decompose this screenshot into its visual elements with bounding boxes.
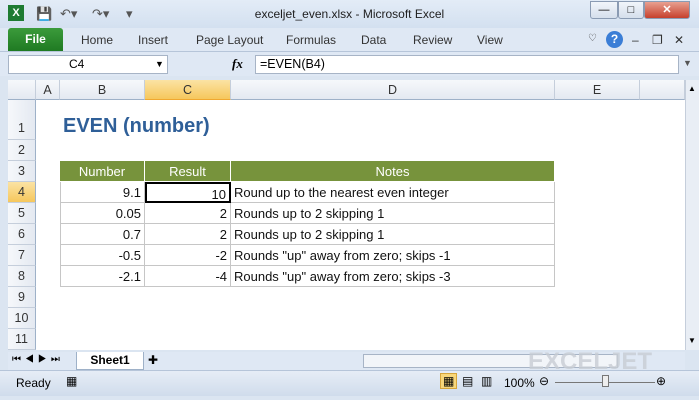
row-header-8[interactable]: 8 bbox=[8, 266, 36, 287]
result-cell[interactable]: 10 bbox=[145, 182, 231, 203]
formula-input[interactable]: =EVEN(B4) bbox=[255, 55, 679, 74]
row-header-4[interactable]: 4 bbox=[8, 182, 36, 203]
notes-cell[interactable]: Round up to the nearest even integer bbox=[231, 182, 555, 203]
sheet-tab-bar: ⏮◀▶⏭ Sheet1 ✚ EXCELJET bbox=[8, 348, 685, 375]
result-cell[interactable]: 2 bbox=[145, 224, 231, 245]
notes-cell[interactable]: Rounds "up" away from zero; skips -3 bbox=[231, 266, 555, 287]
tab-home[interactable]: Home bbox=[81, 33, 113, 47]
column-header-a[interactable]: A bbox=[36, 80, 60, 100]
status-bar: Ready ▦ ▦ ▤ ▥ 100% ⊖ ⊕ bbox=[0, 370, 699, 396]
number-cell[interactable]: -0.5 bbox=[60, 245, 145, 266]
page-layout-view-icon[interactable]: ▤ bbox=[462, 374, 473, 388]
notes-cell[interactable]: Rounds up to 2 skipping 1 bbox=[231, 224, 555, 245]
formula-bar: C4 ▼ fx =EVEN(B4) ▼ bbox=[0, 52, 699, 76]
row-header-2[interactable]: 2 bbox=[8, 140, 36, 161]
table-header-result[interactable]: Result bbox=[145, 161, 231, 182]
result-cell[interactable]: -4 bbox=[145, 266, 231, 287]
number-cell[interactable]: -2.1 bbox=[60, 266, 145, 287]
number-cell[interactable]: 0.7 bbox=[60, 224, 145, 245]
tab-view[interactable]: View bbox=[477, 33, 503, 47]
scroll-up-icon[interactable]: ▲ bbox=[688, 84, 696, 93]
row-header-7[interactable]: 7 bbox=[8, 245, 36, 266]
page-break-view-icon[interactable]: ▥ bbox=[481, 374, 492, 388]
notes-cell[interactable]: Rounds up to 2 skipping 1 bbox=[231, 203, 555, 224]
row-header-1[interactable]: 1 bbox=[8, 100, 36, 140]
vertical-scrollbar[interactable]: ▲ ▼ bbox=[685, 80, 699, 350]
row-header-6[interactable]: 6 bbox=[8, 224, 36, 245]
sheet-nav-icons[interactable]: ⏮◀▶⏭ bbox=[12, 354, 64, 365]
chevron-down-icon[interactable]: ▼ bbox=[155, 56, 164, 73]
status-ready: Ready bbox=[16, 376, 51, 390]
result-cell[interactable]: 2 bbox=[145, 203, 231, 224]
column-header-e[interactable]: E bbox=[555, 80, 640, 100]
notes-cell[interactable]: Rounds "up" away from zero; skips -1 bbox=[231, 245, 555, 266]
workbook-close-icon[interactable]: ✕ bbox=[674, 33, 684, 47]
select-all-button[interactable] bbox=[8, 80, 36, 100]
tab-review[interactable]: Review bbox=[413, 33, 452, 47]
title-bar: X 💾 ↶▾ ↷▾ ▾ exceljet_even.xlsx - Microso… bbox=[0, 0, 699, 28]
normal-view-icon[interactable]: ▦ bbox=[440, 373, 458, 389]
close-button[interactable]: ✕ bbox=[644, 1, 690, 19]
expand-formula-bar-icon[interactable]: ▼ bbox=[683, 58, 692, 68]
maximize-button[interactable]: □ bbox=[618, 1, 644, 19]
minimize-button[interactable]: — bbox=[590, 1, 618, 19]
result-cell[interactable]: -2 bbox=[145, 245, 231, 266]
table-header-number[interactable]: Number bbox=[60, 161, 145, 182]
row-header-11[interactable]: 11 bbox=[8, 329, 36, 350]
scroll-down-icon[interactable]: ▼ bbox=[688, 336, 696, 345]
zoom-level[interactable]: 100% bbox=[504, 376, 535, 390]
row-header-3[interactable]: 3 bbox=[8, 161, 36, 182]
row-header-9[interactable]: 9 bbox=[8, 287, 36, 308]
zoom-in-icon[interactable]: ⊕ bbox=[656, 374, 666, 388]
insert-function-icon[interactable]: fx bbox=[232, 56, 243, 72]
tab-insert[interactable]: Insert bbox=[138, 33, 168, 47]
insert-sheet-icon[interactable]: ✚ bbox=[148, 353, 158, 367]
column-header-d[interactable]: D bbox=[231, 80, 555, 100]
tab-file[interactable]: File bbox=[8, 28, 63, 51]
sheet-heading: EVEN (number) bbox=[63, 115, 210, 137]
zoom-out-icon[interactable]: ⊖ bbox=[539, 374, 549, 388]
worksheet-grid[interactable]: A B C D E 1 2 3 4 5 6 7 8 9 10 11 EVEN (number) Nu… bbox=[8, 80, 685, 350]
column-header-c[interactable]: C bbox=[145, 80, 231, 100]
minimize-ribbon-icon[interactable]: ♡ bbox=[588, 33, 597, 44]
name-box-value: C4 bbox=[69, 57, 85, 71]
workbook-minimize-icon[interactable]: – bbox=[632, 33, 639, 47]
tab-data[interactable]: Data bbox=[361, 33, 386, 47]
zoom-slider-thumb[interactable] bbox=[602, 375, 609, 387]
column-header-f[interactable] bbox=[640, 80, 685, 100]
sheet-tab-sheet1[interactable]: Sheet1 bbox=[76, 352, 144, 370]
tab-page-layout[interactable]: Page Layout bbox=[196, 33, 263, 47]
workbook-restore-icon[interactable]: ❐ bbox=[652, 33, 663, 47]
row-header-10[interactable]: 10 bbox=[8, 308, 36, 329]
macro-record-icon[interactable]: ▦ bbox=[66, 374, 77, 388]
name-box[interactable]: C4 ▼ bbox=[8, 55, 168, 74]
row-header-5[interactable]: 5 bbox=[8, 203, 36, 224]
help-icon[interactable]: ? bbox=[606, 31, 623, 48]
table-header-notes[interactable]: Notes bbox=[231, 161, 555, 182]
column-header-b[interactable]: B bbox=[60, 80, 145, 100]
number-cell[interactable]: 0.05 bbox=[60, 203, 145, 224]
tab-formulas[interactable]: Formulas bbox=[286, 33, 336, 47]
number-cell[interactable]: 9.1 bbox=[60, 182, 145, 203]
ribbon-tabs: Home Insert Page Layout Formulas Data Re… bbox=[0, 28, 699, 52]
